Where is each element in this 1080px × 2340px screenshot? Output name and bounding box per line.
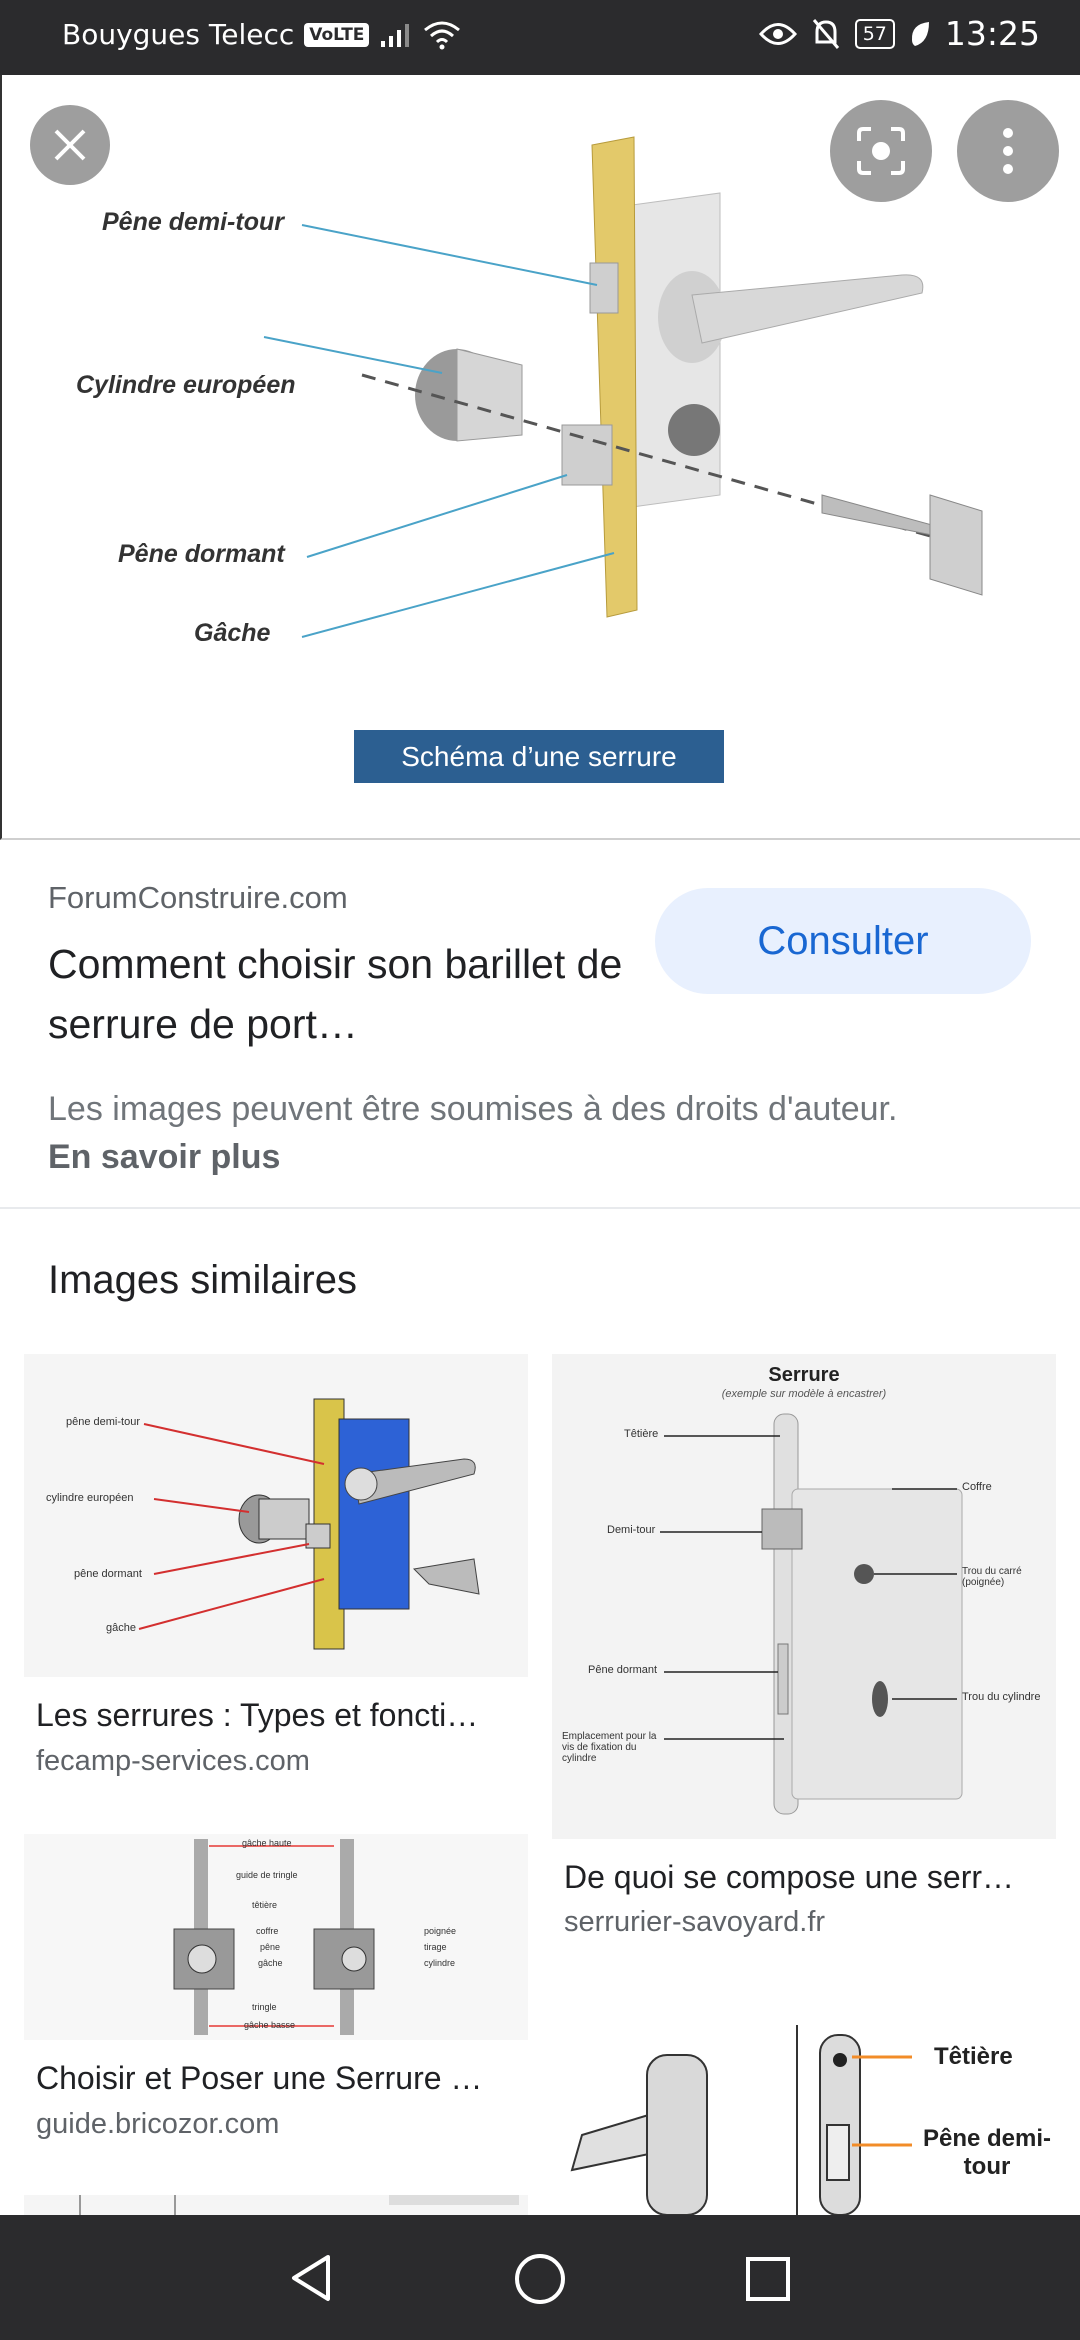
more-vert-icon [1003, 128, 1013, 174]
divider [0, 1207, 1080, 1209]
similar-image-3[interactable]: gâche haute guide de tringle têtière cof… [24, 1834, 528, 2040]
consult-button[interactable]: Consulter [655, 888, 1031, 994]
more-options-button[interactable] [957, 100, 1059, 202]
diagram-caption: Schéma d’une serrure [354, 730, 724, 783]
thumb2-label-3: Pêne dormant [588, 1664, 658, 1676]
thumb3-label-3: têtière [252, 1900, 278, 1910]
navigation-bar [0, 2215, 1080, 2340]
thumb3-label-4: coffre [256, 1926, 279, 1936]
lock-diagram-image [263, 136, 983, 638]
similar-image-4[interactable]: Têtière Pêne demi-tour [552, 1995, 1056, 2215]
bell-off-icon [812, 18, 839, 49]
thumb3-label-8: gâche basse [244, 2020, 296, 2030]
learn-more-link[interactable]: En savoir plus [48, 1138, 280, 1176]
thumb3-label-5: pêne [260, 1942, 281, 1952]
thumb1-label-2: cylindre européen [46, 1492, 134, 1504]
thumb3-label-11: cylindre [424, 1958, 456, 1968]
similar-title-3[interactable]: Choisir et Poser une Serrure … [36, 2060, 516, 2097]
similar-site-2[interactable]: serrurier-savoyard.fr [564, 1906, 825, 1939]
similar-site-3[interactable]: guide.bricozor.com [36, 2108, 279, 2141]
thumb2-header: Serrure [768, 1364, 840, 1386]
mortise-lock-thumbnail [552, 1354, 1056, 1839]
leaf-icon [911, 21, 929, 46]
source-title[interactable]: Comment choisir son barillet de serrure … [48, 934, 648, 1054]
google-lens-icon [857, 127, 905, 175]
similar-image-2[interactable]: Serrure (exemple sur modèle à encastrer)… [552, 1354, 1056, 1839]
hero-image[interactable]: Pêne demi-tour Cylindre européen Pêne do… [0, 75, 1080, 840]
thumb1-label-4: gâche [106, 1622, 136, 1634]
thumb2-label-7: Trou du cylindre [962, 1691, 1041, 1703]
thumb2-label-6: Trou du carré (poignée) [962, 1566, 1022, 1588]
battery-indicator: 57 [854, 18, 895, 49]
thumb4-label-2: Pêne demi-tour [922, 2125, 1052, 2180]
status-bar: Bouygues Telecc VoLTE 57 13:25 [0, 0, 1080, 75]
thumb3-label-7: tringle [252, 2002, 277, 2012]
copyright-notice: Les images peuvent être soumises à des d… [48, 1085, 948, 1181]
status-left: Bouygues Telecc VoLTE [62, 18, 461, 51]
similar-title-2[interactable]: De quoi se compose une serr… [564, 1859, 1044, 1896]
thumb1-label-3: pêne dormant [74, 1568, 142, 1580]
status-right: 57 13:25 [758, 14, 1040, 53]
thumb2-subheader: (exemple sur modèle à encastrer) [721, 1388, 887, 1400]
thumb4-label-1: Têtière [934, 2043, 1013, 2070]
thumb3-label-2: guide de tringle [236, 1870, 298, 1880]
handle-closeup-thumbnail [570, 2025, 912, 2215]
thumb3-label-6: gâche [258, 1958, 283, 1968]
thumb3-label-10: tirage [424, 1942, 447, 1952]
thumb2-label-1: Têtière [624, 1428, 659, 1440]
eye-icon [758, 22, 797, 45]
lock-diagram-thumbnail [24, 1354, 528, 1677]
similar-images-heading: Images similaires [48, 1258, 357, 1302]
thumb1-label-1: pêne demi-tour [66, 1416, 140, 1428]
thumb5-line-2 [174, 2195, 176, 2215]
label-cylindre-europeen: Cylindre européen [76, 371, 296, 399]
carrier-name: Bouygues Telecc [62, 18, 295, 51]
volte-badge: VoLTE [304, 22, 370, 47]
clock: 13:25 [944, 14, 1040, 53]
signal-icon [381, 23, 410, 47]
close-button[interactable] [30, 105, 110, 185]
thumb3-label-1: gâche haute [242, 1838, 292, 1848]
similar-image-1[interactable]: pêne demi-tour cylindre européen pêne do… [24, 1354, 528, 1677]
similar-title-1[interactable]: Les serrures : Types et foncti… [36, 1697, 516, 1734]
thumb2-label-4: Emplacement pour la vis de fixation du c… [562, 1731, 657, 1764]
thumb2-label-2: Demi-tour [607, 1524, 656, 1536]
thumb3-label-9: poignée [424, 1926, 457, 1936]
label-pene-dormant: Pêne dormant [118, 540, 285, 568]
thumb2-label-5: Coffre [962, 1481, 992, 1493]
similar-site-1[interactable]: fecamp-services.com [36, 1745, 310, 1778]
back-icon[interactable] [286, 2253, 336, 2303]
label-pene-demi-tour: Pêne demi-tour [102, 208, 284, 236]
thumb5-line [79, 2195, 81, 2215]
close-icon [54, 129, 86, 161]
thumb5-block [389, 2195, 519, 2205]
home-icon[interactable] [513, 2252, 567, 2306]
copyright-text: Les images peuvent être soumises à des d… [48, 1090, 898, 1128]
wifi-icon [424, 21, 461, 49]
recents-icon[interactable] [744, 2255, 792, 2303]
lens-button[interactable] [830, 100, 932, 202]
similar-image-5[interactable] [24, 2195, 528, 2215]
label-gache: Gâche [194, 619, 271, 647]
